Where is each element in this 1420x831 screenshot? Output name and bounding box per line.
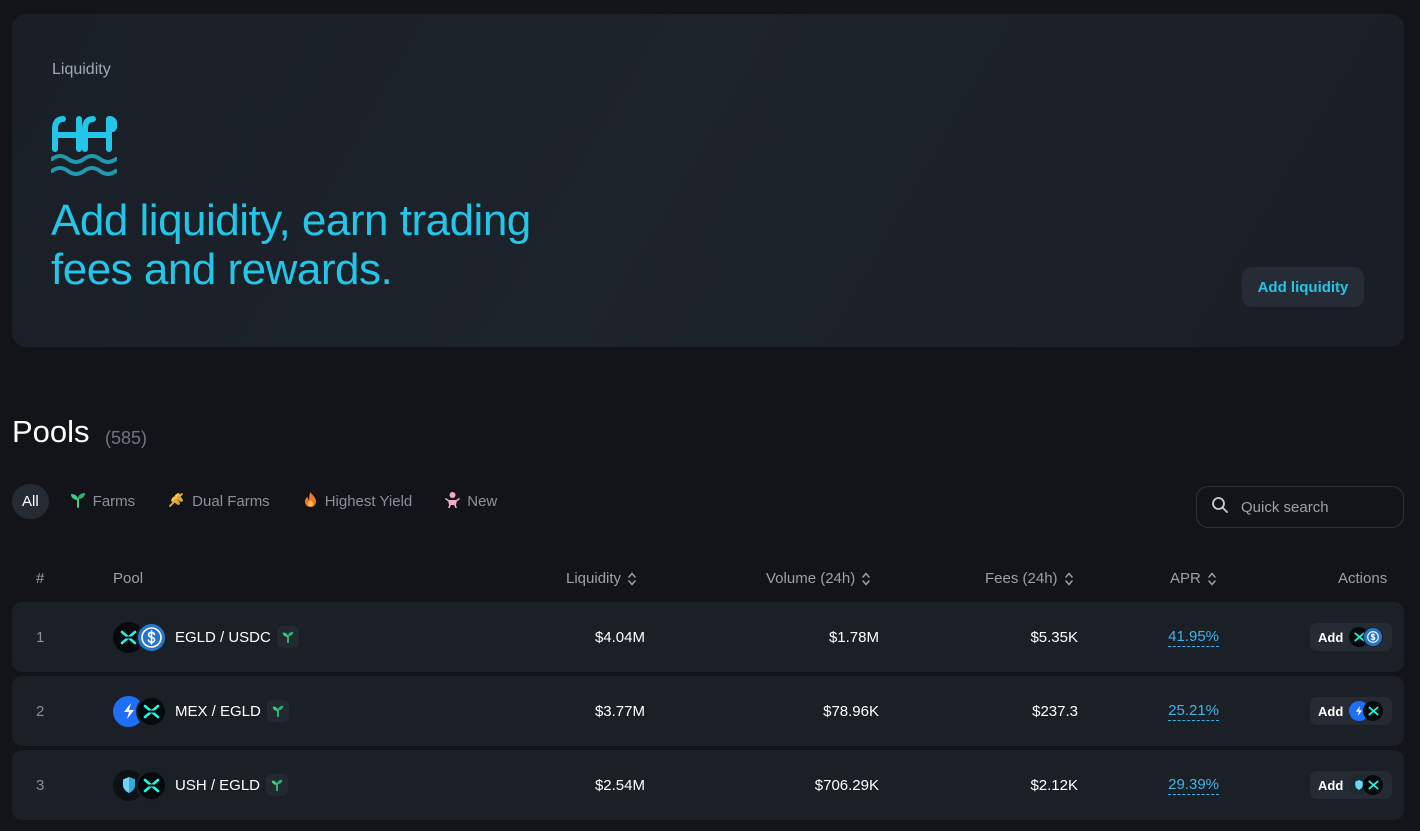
filter-highest-yield[interactable]: Highest Yield (291, 484, 425, 519)
row-liquidity: $3.77M (594, 702, 645, 720)
header-volume[interactable]: Volume (24h) (766, 570, 871, 587)
row-actions: Add (1310, 602, 1392, 672)
filter-new[interactable]: New (433, 484, 509, 519)
add-label: Add (1318, 629, 1344, 645)
header-liquidity[interactable]: Liquidity (566, 570, 637, 587)
row-apr[interactable]: 25.21% (1102, 676, 1219, 746)
row-volume: $1.78M (828, 628, 879, 646)
header-rank: # (36, 570, 45, 587)
fire-icon (303, 491, 318, 512)
header-apr[interactable]: APR (1170, 570, 1217, 587)
add-label: Add (1318, 777, 1344, 793)
sprout-icon (276, 626, 299, 648)
sort-icon (862, 572, 870, 586)
add-label: Add (1318, 703, 1344, 719)
filter-all[interactable]: All (12, 484, 49, 519)
add-button[interactable]: Add (1310, 697, 1392, 725)
usdc-token-icon (136, 621, 167, 653)
row-fees: $237.3 (1032, 702, 1078, 720)
table-row[interactable]: 1 EGLD / USDC $4.04M $1.78M $5.35K 41.95… (12, 602, 1404, 672)
apr-value: 29.39% (1168, 775, 1219, 795)
sort-icon (1064, 572, 1073, 586)
hero-subtitle: Liquidity (52, 61, 111, 78)
header-actions: Actions (1338, 570, 1388, 587)
search-icon (1211, 496, 1229, 519)
pair-name: USH / EGLD (175, 776, 261, 794)
filter-label: Highest Yield (324, 493, 413, 510)
pair-name: MEX / EGLD (175, 702, 261, 720)
filter-label: All (22, 493, 39, 510)
row-rank: 2 (36, 702, 45, 720)
pool-pair[interactable]: MEX / EGLD (113, 676, 289, 746)
add-liquidity-button[interactable]: Add liquidity (1242, 267, 1364, 307)
table-row[interactable]: 3 USH / EGLD $2.54M $706.29K $2.12K 29.3… (12, 750, 1404, 820)
egld-token-icon (1363, 701, 1384, 721)
search-input[interactable] (1241, 498, 1391, 516)
filter-label: New (467, 493, 498, 510)
quick-search (1196, 486, 1404, 528)
usdc-token-icon (1363, 627, 1384, 647)
baby-icon (445, 491, 461, 512)
filter-farms[interactable]: Farms (58, 484, 148, 519)
header-label: Liquidity (566, 570, 622, 587)
sort-icon (1208, 572, 1216, 586)
row-rank: 3 (36, 776, 45, 794)
hero-title: Add liquidity, earn trading fees and rew… (51, 196, 671, 294)
egld-token-icon (136, 769, 167, 801)
header-pool: Pool (113, 570, 144, 587)
pair-name: EGLD / USDC (175, 628, 271, 646)
pool-ladder-icon (50, 113, 118, 184)
hero-title-line-2: fees and rewards. (51, 245, 393, 294)
apr-value: 41.95% (1168, 627, 1219, 647)
filter-dual-farms[interactable]: Dual Farms (156, 484, 282, 519)
row-rank: 1 (36, 628, 45, 646)
row-apr[interactable]: 41.95% (1102, 602, 1219, 672)
table-header: # Pool Liquidity Volume (24h) Fees (24h)… (12, 562, 1404, 594)
add-button[interactable]: Add (1310, 771, 1392, 799)
pools-count: (585) (105, 428, 148, 448)
header-label: APR (1170, 570, 1201, 587)
hero-banner: Liquidity Add liquidity, earn trading fe… (12, 14, 1404, 347)
row-apr[interactable]: 29.39% (1102, 750, 1219, 820)
add-button[interactable]: Add (1310, 623, 1392, 651)
filter-label: Farms (92, 493, 136, 510)
sprout-icon (70, 492, 86, 512)
sprout-icon (266, 700, 289, 722)
row-fees: $2.12K (1030, 776, 1078, 794)
header-label: Fees (24h) (985, 570, 1058, 587)
row-liquidity: $2.54M (594, 776, 645, 794)
row-actions: Add (1310, 676, 1392, 746)
egld-token-icon (1363, 775, 1384, 795)
header-label: Volume (24h) (766, 570, 856, 587)
filter-bar: All Farms Dual Farms Highest Yield New (12, 484, 518, 519)
row-volume: $78.96K (823, 702, 879, 720)
pools-title: Pools (12, 414, 90, 449)
row-liquidity: $4.04M (594, 628, 645, 646)
row-fees: $5.35K (1030, 628, 1078, 646)
header-fees[interactable]: Fees (24h) (985, 570, 1074, 587)
table-row[interactable]: 2 MEX / EGLD $3.77M $78.96K $237.3 25.21… (12, 676, 1404, 746)
wheat-icon (168, 491, 185, 512)
pool-pair[interactable]: EGLD / USDC (113, 602, 299, 672)
filter-label: Dual Farms (192, 493, 270, 510)
apr-value: 25.21% (1168, 701, 1219, 721)
row-volume: $706.29K (814, 776, 879, 794)
egld-token-icon (136, 695, 167, 727)
row-actions: Add (1310, 750, 1392, 820)
sprout-icon (266, 774, 289, 796)
pool-pair[interactable]: USH / EGLD (113, 750, 289, 820)
sort-icon (628, 572, 636, 586)
hero-title-line-1: Add liquidity, earn trading (51, 196, 531, 245)
